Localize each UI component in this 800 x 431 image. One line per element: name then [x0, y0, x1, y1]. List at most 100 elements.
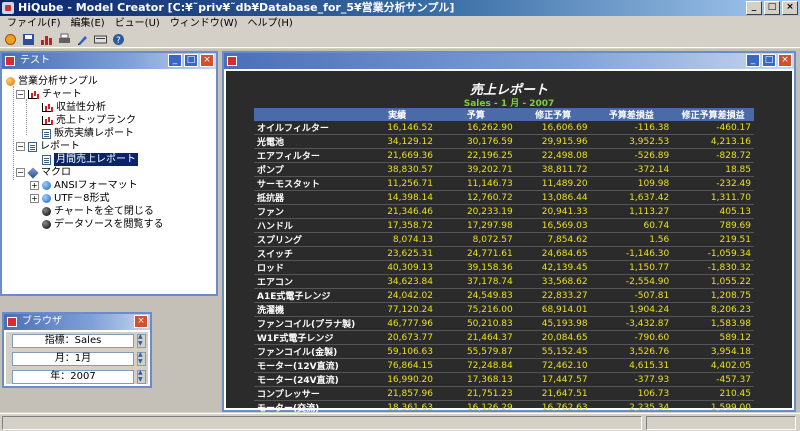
- table-row: コンプレッサー 21,857.96 21,751.23 21,647.51 106.73…: [254, 386, 754, 401]
- menu-help[interactable]: ヘルプ(H): [243, 16, 298, 32]
- value-cell: 109.98: [590, 176, 673, 191]
- value-cell: -790.60: [590, 330, 673, 345]
- value-cell: 8,206.23: [672, 302, 754, 317]
- value-cell: -116.38: [590, 121, 673, 135]
- value-cell: 20,941.33: [515, 204, 591, 219]
- value-cell: 24,042.02: [358, 288, 436, 303]
- app-logo-icon: [2, 2, 14, 14]
- blue-dot-icon: [42, 181, 51, 190]
- value-cell: 46,777.96: [358, 316, 436, 331]
- product-name-cell: W1F式電子レンジ: [254, 330, 359, 345]
- product-name-cell: スプリング: [254, 232, 359, 247]
- column-header: 修正予算: [515, 108, 591, 121]
- value-cell: 405.13: [672, 204, 754, 219]
- year-spinner[interactable]: [137, 369, 146, 384]
- value-cell: 17,297.98: [436, 218, 516, 233]
- close-icon[interactable]: ×: [134, 315, 148, 328]
- minimize-icon[interactable]: _: [746, 1, 762, 15]
- value-cell: 39,202.71: [436, 162, 516, 177]
- value-cell: 33,568.62: [515, 274, 591, 289]
- value-cell: -1,830.32: [672, 260, 754, 275]
- value-cell: 8,072.57: [436, 232, 516, 247]
- maximize-icon[interactable]: □: [764, 1, 780, 15]
- close-icon[interactable]: ×: [782, 1, 798, 15]
- value-cell: 1,904.24: [590, 302, 673, 317]
- value-cell: 12,760.72: [436, 190, 516, 205]
- tree-window-titlebar[interactable]: テスト _ □ ×: [2, 53, 216, 69]
- value-cell: 16,990.20: [358, 372, 436, 387]
- value-cell: -232.49: [672, 176, 754, 191]
- new-icon[interactable]: [4, 33, 17, 46]
- value-cell: -377.93: [590, 372, 673, 387]
- keyboard-icon[interactable]: [94, 33, 107, 46]
- tree-item-profitability[interactable]: 収益性分析: [42, 101, 106, 114]
- status-cell: [2, 416, 642, 430]
- value-cell: 55,152.45: [515, 344, 591, 359]
- black-dot-icon: [42, 220, 51, 229]
- expand-icon[interactable]: +: [30, 194, 39, 203]
- value-cell: 24,771.61: [436, 246, 516, 261]
- table-row: ロッド 40,309.13 39,158.36 42,139.45 1,150.77 -1…: [254, 260, 754, 275]
- menu-bar: ファイル(F) 編集(E) ビュー(U) ウィンドウ(W) ヘルプ(H): [0, 16, 800, 32]
- edit-icon[interactable]: [76, 33, 89, 46]
- menu-view[interactable]: ビュー(U): [110, 16, 165, 32]
- year-field[interactable]: 年：2007: [12, 370, 134, 384]
- tree-item-view-datasource[interactable]: データソースを閲覧する: [42, 218, 164, 231]
- close-icon[interactable]: ×: [778, 54, 792, 67]
- value-cell: 1,208.75: [672, 288, 754, 303]
- minimize-icon[interactable]: _: [746, 54, 760, 67]
- browser-titlebar[interactable]: ブラウザ ×: [4, 314, 150, 330]
- help-icon[interactable]: ?: [112, 33, 125, 46]
- save-icon[interactable]: [22, 33, 35, 46]
- tree-item-macros[interactable]: − マクロ: [16, 166, 71, 179]
- report-table: 実績 予算 修正予算 予算差損益 修正予算差損益 オイルフィルター 16,146.…: [254, 108, 754, 415]
- product-name-cell: ハンドル: [254, 218, 359, 233]
- doc-icon: [42, 154, 51, 165]
- tree-item-charts[interactable]: − チャート: [16, 88, 82, 101]
- tree-item-ansi[interactable]: + ANSIフォーマット: [30, 179, 138, 192]
- minimize-icon[interactable]: _: [168, 54, 182, 67]
- value-cell: 1,055.22: [672, 274, 754, 289]
- tree-item-sales-report[interactable]: 販売実績レポート: [42, 127, 134, 140]
- value-cell: -3,432.87: [590, 316, 673, 331]
- menu-file[interactable]: ファイル(F): [2, 16, 66, 32]
- app-titlebar: HiQube - Model Creator [C:¥˜priv¥˜db¥Dat…: [0, 0, 800, 16]
- report-window-titlebar[interactable]: _ □ ×: [224, 53, 794, 69]
- collapse-icon[interactable]: −: [16, 142, 25, 151]
- collapse-icon[interactable]: −: [16, 168, 25, 177]
- month-spinner[interactable]: [137, 351, 146, 366]
- window-icon: [7, 317, 17, 327]
- maximize-icon[interactable]: □: [762, 54, 776, 67]
- table-row: W1F式電子レンジ 20,673.77 21,464.37 20,084.65 -790…: [254, 330, 754, 345]
- tree-item-reports[interactable]: − レポート: [16, 140, 80, 153]
- month-field[interactable]: 月：1月: [12, 352, 134, 366]
- collapse-icon[interactable]: −: [16, 90, 25, 99]
- value-cell: 20,084.65: [515, 330, 591, 345]
- measure-field[interactable]: 指標：Sales: [12, 334, 134, 348]
- window-controls: _ □ ×: [746, 1, 798, 15]
- tree-connector: [13, 86, 14, 180]
- measure-spinner[interactable]: [137, 333, 146, 348]
- value-cell: 11,489.20: [515, 176, 591, 191]
- maximize-icon[interactable]: □: [184, 54, 198, 67]
- tree-item-top-sales[interactable]: 売上トップランク: [42, 114, 136, 127]
- tree-item-monthly-report[interactable]: 月間売上レポート: [42, 153, 138, 166]
- value-cell: 4,615.31: [590, 358, 673, 373]
- browser-body: 指標：Sales 月：1月 年：2007: [6, 332, 148, 384]
- expand-icon[interactable]: +: [30, 181, 39, 190]
- value-cell: 14,398.14: [358, 190, 436, 205]
- product-name-cell: 抵抗器: [254, 190, 359, 205]
- print-icon[interactable]: [58, 33, 71, 46]
- value-cell: -1,146.30: [590, 246, 673, 261]
- menu-window[interactable]: ウィンドウ(W): [165, 16, 243, 32]
- tree-item-utf8[interactable]: + UTF－8形式: [30, 192, 110, 205]
- tree-item-close-charts[interactable]: チャートを全て閉じる: [42, 205, 154, 218]
- tree-item-root[interactable]: 営業分析サンプル: [6, 75, 98, 88]
- chart-icon[interactable]: [40, 33, 53, 46]
- product-name-cell: オイルフィルター: [254, 121, 359, 135]
- close-icon[interactable]: ×: [200, 54, 214, 67]
- value-cell: 60.74: [590, 218, 673, 233]
- value-cell: 3,526.76: [590, 344, 673, 359]
- menu-edit[interactable]: 編集(E): [66, 16, 110, 32]
- table-row: モーター(24V直流) 16,990.20 17,368.13 17,447.57 -3…: [254, 372, 754, 387]
